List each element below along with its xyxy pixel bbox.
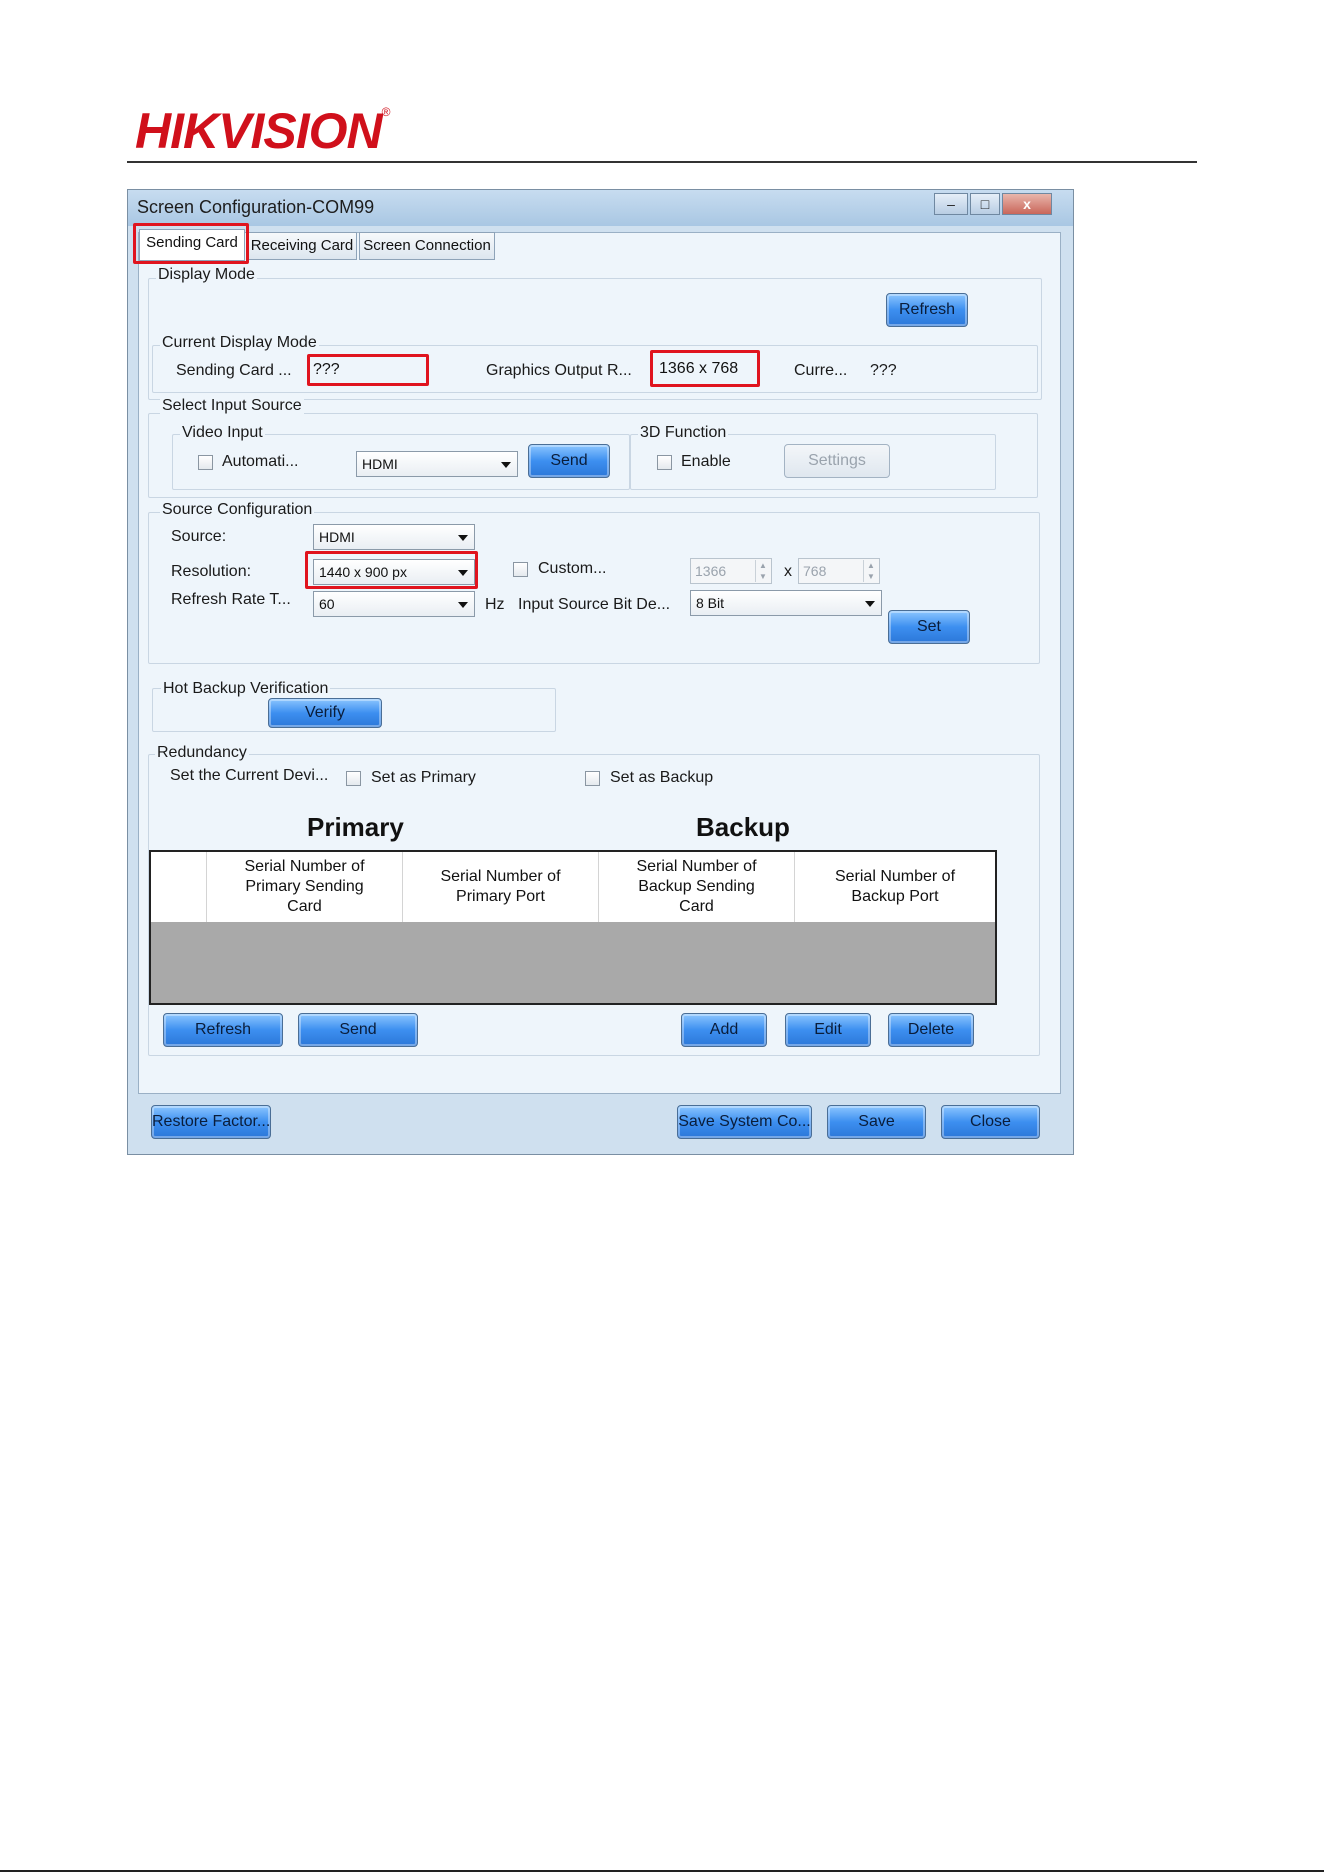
header-line: Serial Number of (636, 858, 757, 875)
video-send-button[interactable]: Send (528, 444, 610, 478)
current-mode-value: ??? (870, 362, 897, 379)
current-display-mode-label: Current Display Mode (160, 334, 319, 352)
automatic-checkbox[interactable] (198, 455, 213, 470)
spin-down-icon[interactable]: ▼ (863, 571, 878, 582)
column-backup-sending-card[interactable]: Serial Number of Backup Sending Card (599, 852, 795, 922)
set-source-button[interactable]: Set (888, 610, 970, 644)
source-value: HDMI (319, 529, 355, 545)
tab-receiving-card[interactable]: Receiving Card (247, 232, 357, 260)
set-as-primary-label: Set as Primary (371, 769, 476, 786)
custom-width-value: 1366 (695, 563, 727, 579)
redundancy-send-button[interactable]: Send (298, 1013, 418, 1047)
custom-height-input[interactable]: 768 ▲ ▼ (798, 558, 880, 584)
hikvision-logo: HIKVISION® (135, 103, 390, 159)
custom-height-value: 768 (803, 563, 827, 579)
backup-title: Backup (696, 812, 790, 842)
chevron-down-icon (458, 535, 468, 541)
set-as-primary-checkbox[interactable] (346, 771, 361, 786)
enable-3d-checkbox[interactable] (657, 455, 672, 470)
header-line: Card (679, 898, 714, 915)
close-window-button[interactable]: x (1002, 193, 1052, 215)
chevron-down-icon (458, 602, 468, 608)
chevron-down-icon (865, 601, 875, 607)
automatic-label: Automati... (222, 453, 299, 470)
video-input-value: HDMI (362, 456, 398, 472)
sending-card-label: Sending Card ... (176, 362, 292, 379)
header-line: Serial Number of (440, 868, 561, 885)
bit-depth-select[interactable]: 8 Bit (690, 590, 882, 616)
custom-width-input[interactable]: 1366 ▲ ▼ (690, 558, 772, 584)
save-system-config-button[interactable]: Save System Co... (677, 1105, 812, 1139)
maximize-button[interactable]: □ (970, 193, 1000, 215)
resolution-label: Resolution: (171, 563, 252, 580)
3d-settings-button[interactable]: Settings (784, 444, 890, 478)
x-separator: x (784, 563, 792, 580)
set-current-device-label: Set the Current Devi... (170, 767, 329, 784)
source-select[interactable]: HDMI (313, 524, 475, 550)
column-primary-port[interactable]: Serial Number of Primary Port (403, 852, 599, 922)
enable-3d-label: Enable (681, 453, 731, 470)
set-as-backup-checkbox[interactable] (585, 771, 600, 786)
window-title: Screen Configuration-COM99 (137, 197, 375, 217)
primary-title: Primary (307, 812, 404, 842)
current-mode-label: Curre... (794, 362, 848, 379)
column-primary-sending-card[interactable]: Serial Number of Primary Sending Card (207, 852, 403, 922)
add-button[interactable]: Add (681, 1013, 767, 1047)
custom-resolution-checkbox[interactable] (513, 562, 528, 577)
minimize-button[interactable]: – (934, 193, 968, 215)
bit-depth-label: Input Source Bit De... (518, 596, 671, 613)
redundancy-refresh-button[interactable]: Refresh (163, 1013, 283, 1047)
header-line: Backup Sending (638, 878, 755, 895)
header-line: Primary Sending (245, 878, 364, 895)
video-input-select[interactable]: HDMI (356, 451, 518, 477)
delete-button[interactable]: Delete (888, 1013, 974, 1047)
tab-screen-connection[interactable]: Screen Connection (359, 232, 495, 260)
refresh-rate-select[interactable]: 60 (313, 591, 475, 617)
spin-up-icon[interactable]: ▲ (863, 560, 878, 571)
source-label: Source: (171, 528, 227, 545)
header-divider (127, 161, 1197, 163)
bit-depth-value: 8 Bit (696, 595, 725, 611)
3d-function-label: 3D Function (638, 424, 729, 442)
refresh-rate-value: 60 (319, 596, 335, 612)
spin-down-icon[interactable]: ▼ (755, 571, 770, 582)
graphics-output-value: 1366 x 768 (650, 350, 760, 387)
display-refresh-button[interactable]: Refresh (886, 293, 968, 327)
restore-factory-button[interactable]: Restore Factor... (151, 1105, 271, 1139)
chevron-down-icon (501, 462, 511, 468)
resolution-highlight-box (305, 551, 478, 589)
spin-up-icon[interactable]: ▲ (755, 560, 770, 571)
custom-resolution-label: Custom... (538, 560, 607, 577)
hot-backup-label: Hot Backup Verification (161, 680, 331, 698)
sending-card-value: ??? (307, 354, 429, 386)
row-header-cell (151, 852, 207, 922)
set-as-backup-label: Set as Backup (610, 769, 714, 786)
display-mode-label: Display Mode (156, 266, 257, 284)
hz-label: Hz (485, 596, 505, 613)
save-button[interactable]: Save (827, 1105, 926, 1139)
refresh-rate-label: Refresh Rate T... (171, 591, 291, 608)
tab-highlight-box (133, 223, 249, 264)
redundancy-table-header: Serial Number of Primary Sending Card Seri… (151, 852, 995, 922)
edit-button[interactable]: Edit (785, 1013, 871, 1047)
close-button[interactable]: Close (941, 1105, 1040, 1139)
redundancy-label: Redundancy (155, 744, 249, 762)
header-line: Serial Number of (244, 858, 365, 875)
header-line: Card (287, 898, 322, 915)
header-line: Backup Port (851, 888, 939, 905)
source-configuration-label: Source Configuration (160, 501, 315, 519)
window-titlebar[interactable]: Screen Configuration-COM99 – □ x (128, 190, 1073, 226)
verify-button[interactable]: Verify (268, 698, 382, 728)
video-input-label: Video Input (180, 424, 265, 442)
column-backup-port[interactable]: Serial Number of Backup Port (795, 852, 995, 922)
header-line: Serial Number of (834, 868, 956, 885)
select-input-source-label: Select Input Source (160, 397, 304, 415)
graphics-output-label: Graphics Output R... (486, 362, 632, 379)
header-line: Primary Port (456, 888, 545, 905)
